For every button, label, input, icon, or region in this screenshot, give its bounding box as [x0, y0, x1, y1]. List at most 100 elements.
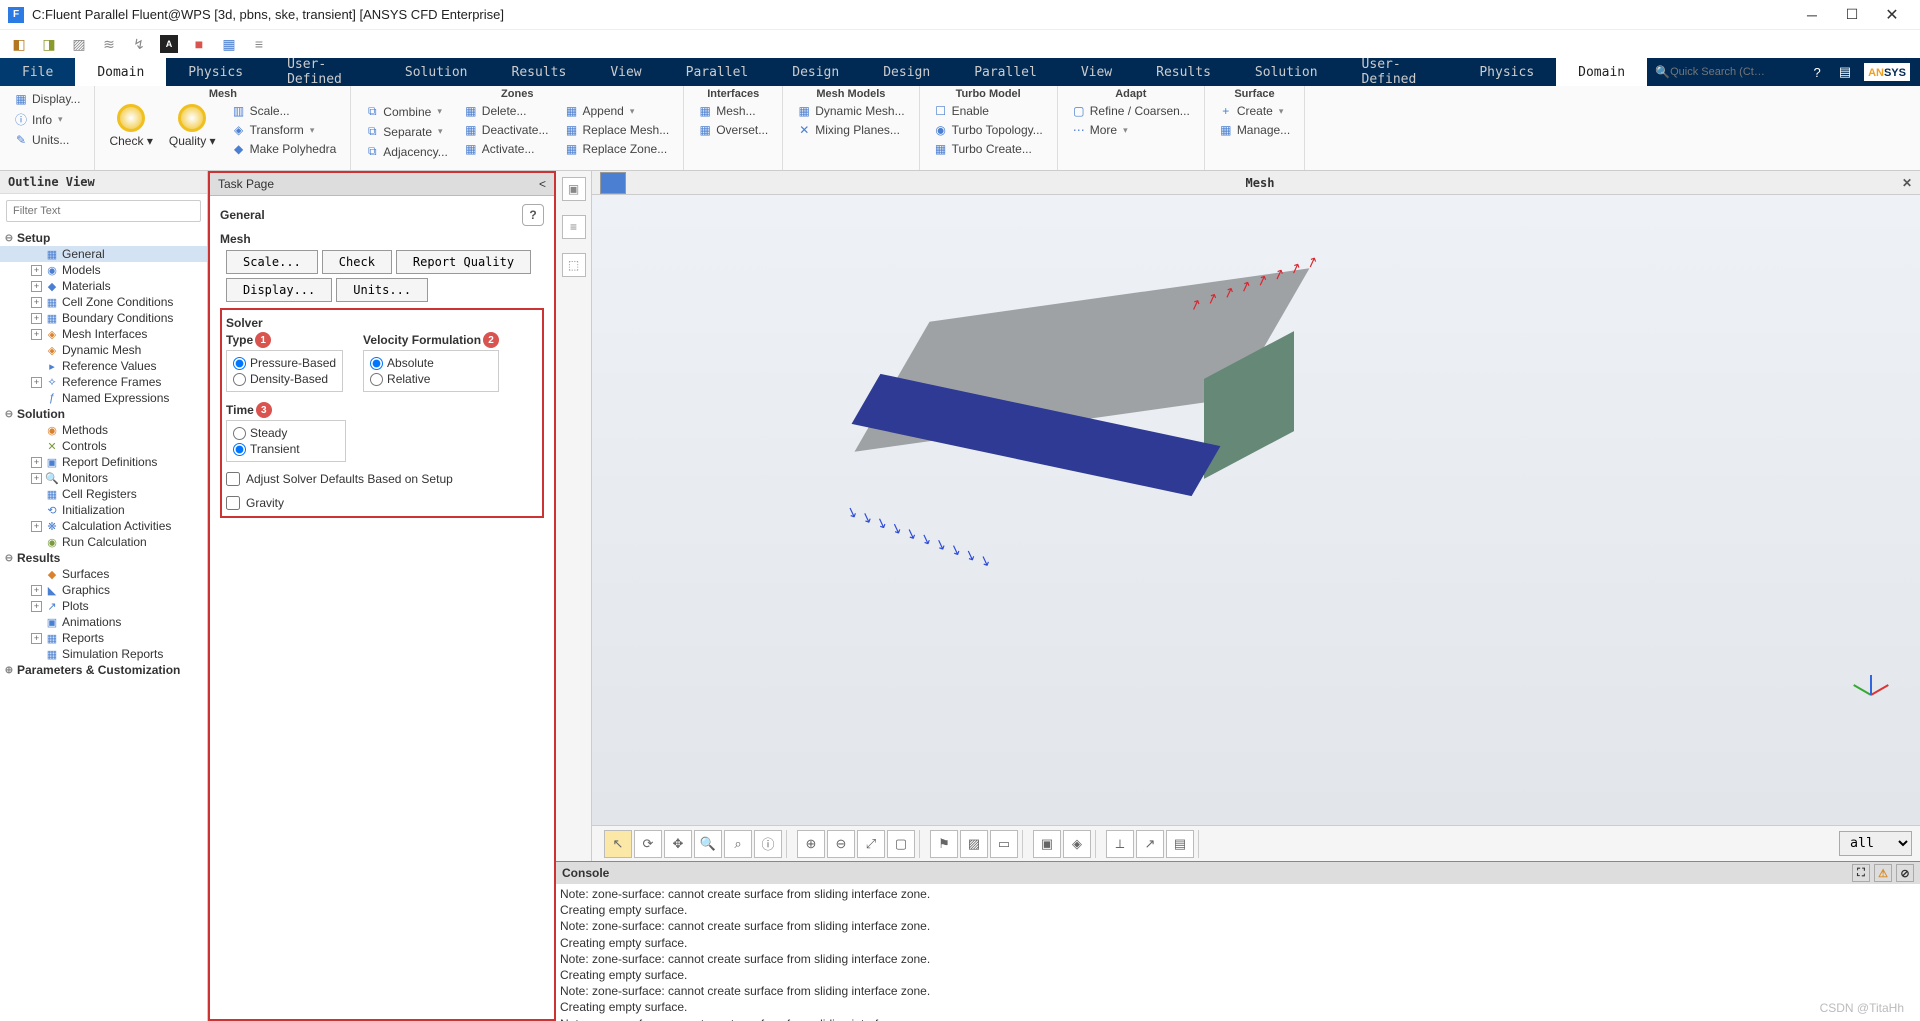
ribbon-replace-mesh-[interactable]: ▦Replace Mesh...	[558, 121, 675, 139]
ribbon-enable[interactable]: ☐Enable	[928, 102, 1049, 120]
solver-type-pressure-based[interactable]: Pressure-Based	[233, 355, 336, 371]
tree-models[interactable]: +◉Models	[0, 262, 207, 278]
viewport-close[interactable]: ✕	[1894, 176, 1920, 190]
ribbon-turbo-create-[interactable]: ▦Turbo Create...	[928, 140, 1049, 158]
fit-tool[interactable]: ⤢	[857, 830, 885, 858]
tree-mesh-interfaces[interactable]: +◈Mesh Interfaces	[0, 326, 207, 342]
panel-icon[interactable]: ▤	[1836, 63, 1854, 81]
tree-general[interactable]: ▦General	[0, 246, 207, 262]
red-icon[interactable]: ■	[190, 35, 208, 53]
zoom-tool[interactable]: 🔍	[694, 830, 722, 858]
console-warn-icon[interactable]: ⚠	[1874, 864, 1892, 882]
file-tab[interactable]: File	[0, 58, 75, 86]
viewport-tab-icon[interactable]	[600, 172, 626, 194]
adjust-checkbox[interactable]	[226, 472, 240, 486]
tab-parallel[interactable]: Parallel	[952, 58, 1059, 86]
ribbon-refine-coarsen-[interactable]: ▢Refine / Coarsen...	[1066, 102, 1196, 120]
console-expand[interactable]: ⛶	[1852, 864, 1870, 882]
ribbon-more[interactable]: ⋯More▾	[1066, 121, 1196, 139]
tree-run-calculation[interactable]: ◉Run Calculation	[0, 534, 207, 550]
blue-icon[interactable]: ▦	[220, 35, 238, 53]
outline-tool[interactable]: ▣	[1033, 830, 1061, 858]
filter-select[interactable]: all	[1839, 831, 1912, 856]
task-page-collapse[interactable]: <	[539, 177, 546, 191]
btn-check[interactable]: Check	[322, 250, 392, 274]
ribbon-manage-[interactable]: ▦Manage...	[1213, 121, 1296, 139]
tree-methods[interactable]: ◉Methods	[0, 422, 207, 438]
ribbon-info[interactable]: ⓘInfo▾	[8, 109, 86, 130]
help-button[interactable]: ?	[522, 204, 544, 226]
ribbon-separate[interactable]: ⧉Separate▾	[359, 122, 453, 141]
ribbon-append[interactable]: ▦Append▾	[558, 102, 675, 120]
tree-setup[interactable]: ⊖Setup	[0, 230, 207, 246]
tree-simulation-reports[interactable]: ▦Simulation Reports	[0, 646, 207, 662]
tree-surfaces[interactable]: ◆Surfaces	[0, 566, 207, 582]
axes-tool[interactable]: ⟂	[1106, 830, 1134, 858]
btn-display-[interactable]: Display...	[226, 278, 332, 302]
tab-user-defined[interactable]: User-Defined	[1340, 58, 1458, 86]
ribbon-activate-[interactable]: ▦Activate...	[458, 140, 555, 158]
tab-physics[interactable]: Physics	[166, 58, 265, 86]
btn-report-quality[interactable]: Report Quality	[396, 250, 531, 274]
viewport-3d[interactable]: ↗↗↗↗↗↗↗↗ ↘↘↘↘↘↘↘↘↘↘	[592, 195, 1920, 825]
ribbon-make-polyhedra[interactable]: ◆Make Polyhedra	[226, 140, 343, 158]
tree-plots[interactable]: +↗Plots	[0, 598, 207, 614]
solver-type-density-based[interactable]: Density-Based	[233, 371, 336, 387]
face-tool[interactable]: ▭	[990, 830, 1018, 858]
grey-cube-icon[interactable]: ▨	[70, 35, 88, 53]
tree-cell-registers[interactable]: ▦Cell Registers	[0, 486, 207, 502]
tab-design[interactable]: Design	[770, 58, 861, 86]
tree-results[interactable]: ⊖Results	[0, 550, 207, 566]
ribbon-mixing-planes-[interactable]: ✕Mixing Planes...	[791, 121, 910, 139]
ribbon-delete-[interactable]: ▦Delete...	[458, 102, 555, 120]
tab-solution[interactable]: Solution	[383, 58, 490, 86]
cursor-tool[interactable]: ↖	[604, 830, 632, 858]
box-tool[interactable]: ▢	[887, 830, 915, 858]
tab-results[interactable]: Results	[490, 58, 589, 86]
quick-search[interactable]: 🔍	[1647, 58, 1798, 86]
rotate-tool[interactable]: ⟳	[634, 830, 662, 858]
ribbon-mesh-[interactable]: ▦Mesh...	[692, 102, 774, 120]
tab-physics[interactable]: Physics	[1457, 58, 1556, 86]
tab-domain[interactable]: Domain	[75, 58, 166, 86]
zoom-in-tool[interactable]: ⊕	[797, 830, 825, 858]
zoom-out-tool[interactable]: ⊖	[827, 830, 855, 858]
text-tool[interactable]: ▤	[1166, 830, 1194, 858]
flag-tool[interactable]: ⚑	[930, 830, 958, 858]
tree-parameters-customization[interactable]: ⊕Parameters & Customization	[0, 662, 207, 678]
list-icon[interactable]: ≡	[250, 35, 268, 53]
sidetool-layers[interactable]: ▣	[562, 177, 586, 201]
ribbon-turbo-topology-[interactable]: ◉Turbo Topology...	[928, 121, 1049, 139]
btn-units-[interactable]: Units...	[336, 278, 428, 302]
tab-view[interactable]: View	[1059, 58, 1134, 86]
tab-user-defined[interactable]: User-Defined	[265, 58, 383, 86]
sidetool-text[interactable]: ≡	[562, 215, 586, 239]
graph-tool[interactable]: ↗	[1136, 830, 1164, 858]
tree-initialization[interactable]: ⟲Initialization	[0, 502, 207, 518]
ribbon-dynamic-mesh-[interactable]: ▦Dynamic Mesh...	[791, 102, 910, 120]
ribbon-check[interactable]: Check ▾	[103, 102, 158, 150]
tree-reports[interactable]: +▦Reports	[0, 630, 207, 646]
filter-input[interactable]	[6, 200, 201, 222]
tree-reference-values[interactable]: ▸Reference Values	[0, 358, 207, 374]
tree-materials[interactable]: +◆Materials	[0, 278, 207, 294]
zoom2-tool[interactable]: ⌕	[724, 830, 752, 858]
lightning-icon[interactable]: ↯	[130, 35, 148, 53]
tree-cell-zone-conditions[interactable]: +▦Cell Zone Conditions	[0, 294, 207, 310]
solver-time-steady[interactable]: Steady	[233, 425, 339, 441]
tree-controls[interactable]: ✕Controls	[0, 438, 207, 454]
ribbon-units-[interactable]: ✎Units...	[8, 131, 86, 149]
ribbon-display-[interactable]: ▦Display...	[8, 90, 86, 108]
cube-icon[interactable]: ◧	[10, 35, 28, 53]
ribbon-combine[interactable]: ⧉Combine▾	[359, 102, 453, 121]
ribbon-overset-[interactable]: ▦Overset...	[692, 121, 774, 139]
info-tool[interactable]: ⓘ	[754, 830, 782, 858]
pan-tool[interactable]: ✥	[664, 830, 692, 858]
ribbon-scale-[interactable]: ▥Scale...	[226, 102, 343, 120]
tab-view[interactable]: View	[588, 58, 663, 86]
mesh-tool[interactable]: ▨	[960, 830, 988, 858]
ribbon-replace-zone-[interactable]: ▦Replace Zone...	[558, 140, 675, 158]
solver-vel-relative[interactable]: Relative	[370, 371, 492, 387]
tab-parallel[interactable]: Parallel	[664, 58, 771, 86]
tree-calculation-activities[interactable]: +❋Calculation Activities	[0, 518, 207, 534]
